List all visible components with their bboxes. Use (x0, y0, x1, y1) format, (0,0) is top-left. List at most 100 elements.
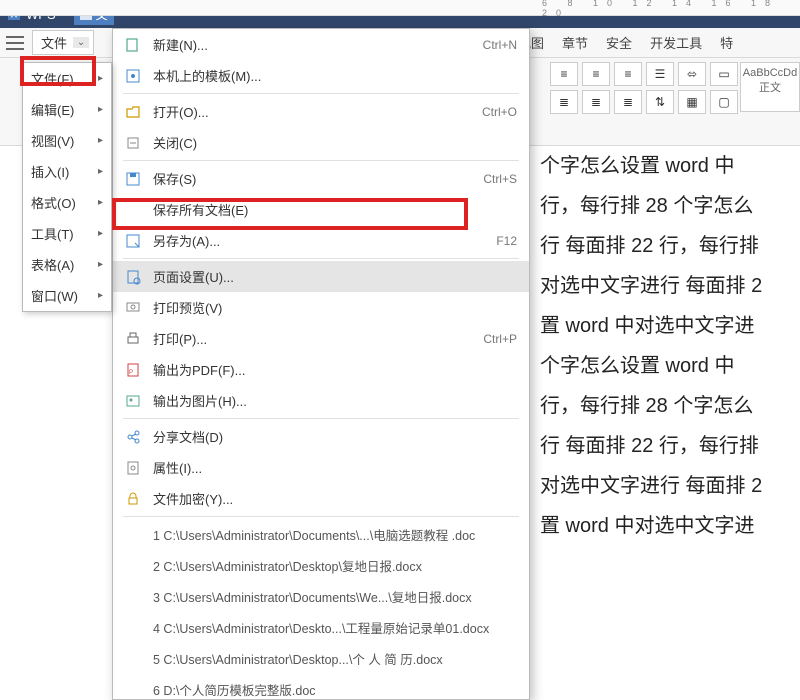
submenu-item-3[interactable]: 插入(I) ▸ (23, 156, 111, 187)
share-icon (123, 429, 143, 445)
dropdown-item-pdf[interactable]: P输出为PDF(F)... (113, 354, 529, 385)
dropdown-item-page[interactable]: 页面设置(U)... (113, 261, 529, 292)
dropdown-shortcut: Ctrl+N (483, 38, 517, 52)
recent-file-4[interactable]: 5 C:\Users\Administrator\Desktop...\个 人 … (113, 643, 529, 674)
dropdown-shortcut: Ctrl+P (483, 332, 517, 346)
dropdown-item-save[interactable]: 保存(S)Ctrl+S (113, 163, 529, 194)
ribbon-row-2: ≣ ≣ ≣ ⇅ ▦ ▢ (550, 90, 738, 114)
dropdown-item-open[interactable]: 打开(O)...Ctrl+O (113, 96, 529, 127)
recent-file-5[interactable]: 6 D:\个人简历模板完整版.doc (113, 674, 529, 700)
tab-security[interactable]: 安全 (606, 33, 632, 52)
tab-chapter[interactable]: 章节 (562, 33, 588, 52)
save-icon (123, 171, 143, 187)
dropdown-item-new[interactable]: 新建(N)...Ctrl+N (113, 29, 529, 60)
border-button[interactable]: ▢ (710, 90, 738, 114)
new-icon (123, 37, 143, 53)
dropdown-label: 页面设置(U)... (153, 267, 517, 286)
submenu-label: 插入(I) (31, 162, 69, 181)
dropdown-label: 关闭(C) (153, 133, 517, 152)
chevron-right-icon: ▸ (98, 197, 103, 208)
dropdown-label: 属性(I)... (153, 458, 517, 477)
submenu-label: 编辑(E) (31, 100, 74, 119)
submenu-item-6[interactable]: 表格(A)▸ (23, 249, 111, 280)
align-center-button[interactable]: ≡ (582, 62, 610, 86)
tpl-icon (123, 68, 143, 84)
file-dropdown: 新建(N)...Ctrl+N本机上的模板(M)...打开(O)...Ctrl+O… (112, 28, 530, 700)
submenu-item-1[interactable]: 编辑(E)▸ (23, 94, 111, 125)
dropdown-shortcut: F12 (496, 234, 517, 248)
chevron-right-icon: ▸ (98, 135, 103, 146)
dropdown-item-lock[interactable]: 文件加密(Y)... (113, 483, 529, 514)
saveas-icon (123, 233, 143, 249)
svg-text:P: P (129, 370, 133, 376)
doc-line: 对选中文字进行 每面排 2 (540, 466, 800, 506)
indent-button[interactable]: ⬄ (678, 62, 706, 86)
hamburger-icon[interactable] (6, 36, 24, 50)
chevron-right-icon: ▸ (98, 228, 103, 239)
style-sample: AaBbCcDd (741, 67, 799, 79)
doc-line: 对选中文字进行 每面排 2 (540, 266, 800, 306)
chevron-right-icon: ▸ (98, 166, 103, 177)
doc-line: 置 word 中对选中文字进 (540, 506, 800, 546)
dropdown-item-2-1[interactable]: 保存所有文档(E) (113, 194, 529, 225)
submenu-item-4[interactable]: 格式(O) ▸ (23, 187, 111, 218)
align-right-button[interactable]: ≡ (614, 62, 642, 86)
dropdown-label: 新建(N)... (153, 35, 483, 54)
bg-button[interactable]: ▭ (710, 62, 738, 86)
classic-menu: 文件(F)▸编辑(E)▸视图(V)▸插入(I)▸格式(O)▸工具(T)▸表格(A… (22, 62, 112, 312)
dropdown-label: 保存(S) (153, 169, 483, 188)
doc-line: 个字怎么设置 word 中 (540, 146, 800, 186)
distribute-button[interactable]: ≣ (582, 90, 610, 114)
document-text: 个字怎么设置 word 中行，每行排 28 个字怎么行 每面排 22 行，每行排… (540, 146, 800, 546)
dropdown-item-saveas[interactable]: 另存为(A)...F12 (113, 225, 529, 256)
doc-line: 行 每面排 22 行，每行排 (540, 426, 800, 466)
doc-line: 行，每行排 28 个字怎么 (540, 186, 800, 226)
submenu-label: 窗口(W) (31, 286, 78, 305)
ruler-horizontal: 6 8 10 12 14 16 18 20 (0, 0, 800, 16)
submenu-item-7[interactable]: 窗口(W)▸ (23, 280, 111, 311)
dropdown-label: 打印预览(V) (153, 298, 517, 317)
file-menu-button[interactable]: 文件 ⌄ (32, 30, 94, 55)
justify-button[interactable]: ≣ (550, 90, 578, 114)
shading-button[interactable]: ▦ (678, 90, 706, 114)
chevron-down-icon: ⌄ (73, 37, 89, 48)
submenu-item-2[interactable]: 视图(V)▸ (23, 125, 111, 156)
tab-devtools[interactable]: 开发工具 (650, 33, 702, 52)
submenu-label: 格式(O) (31, 193, 76, 212)
recent-file-0[interactable]: 1 C:\Users\Administrator\Documents\...\电… (113, 519, 529, 550)
dropdown-item-print[interactable]: 打印(P)...Ctrl+P (113, 323, 529, 354)
file-menu-label: 文件 (41, 33, 67, 52)
prop-icon (123, 460, 143, 476)
submenu-item-0[interactable]: 文件(F)▸ (23, 63, 111, 94)
recent-file-1[interactable]: 2 C:\Users\Administrator\Desktop\复地日报.do… (113, 550, 529, 581)
style-name: 正文 (741, 79, 799, 95)
recent-file-2[interactable]: 3 C:\Users\Administrator\Documents\We...… (113, 581, 529, 612)
submenu-item-5[interactable]: 工具(T) ▸ (23, 218, 111, 249)
dropdown-label: 输出为图片(H)... (153, 391, 517, 410)
list-button[interactable]: ☰ (646, 62, 674, 86)
columns-button[interactable]: ≣ (614, 90, 642, 114)
chevron-right-icon: ▸ (98, 73, 103, 84)
dropdown-item-prop[interactable]: 属性(I)... (113, 452, 529, 483)
close-icon (123, 135, 143, 151)
doc-line: 个字怎么设置 word 中 (540, 346, 800, 386)
dropdown-item-preview[interactable]: 打印预览(V) (113, 292, 529, 323)
dropdown-label: 打印(P)... (153, 329, 483, 348)
doc-line: 置 word 中对选中文字进 (540, 306, 800, 346)
align-left-button[interactable]: ≡ (550, 62, 578, 86)
separator (123, 258, 519, 259)
dropdown-item-close[interactable]: 关闭(C) (113, 127, 529, 158)
separator (123, 93, 519, 94)
pdf-icon: P (123, 362, 143, 378)
ribbon-tabs: 视图 章节 安全 开发工具 特 (518, 33, 733, 52)
dropdown-item-img[interactable]: 输出为图片(H)... (113, 385, 529, 416)
dropdown-label: 保存所有文档(E) (153, 200, 517, 219)
tab-special[interactable]: 特 (720, 33, 733, 52)
recent-file-3[interactable]: 4 C:\Users\Administrator\Deskto...\工程量原始… (113, 612, 529, 643)
style-normal[interactable]: AaBbCcDd 正文 (740, 62, 800, 112)
dropdown-item-tpl[interactable]: 本机上的模板(M)... (113, 60, 529, 91)
submenu-label: 工具(T) (31, 224, 74, 243)
spacing-button[interactable]: ⇅ (646, 90, 674, 114)
dropdown-item-share[interactable]: 分享文档(D) (113, 421, 529, 452)
dropdown-shortcut: Ctrl+O (482, 105, 517, 119)
